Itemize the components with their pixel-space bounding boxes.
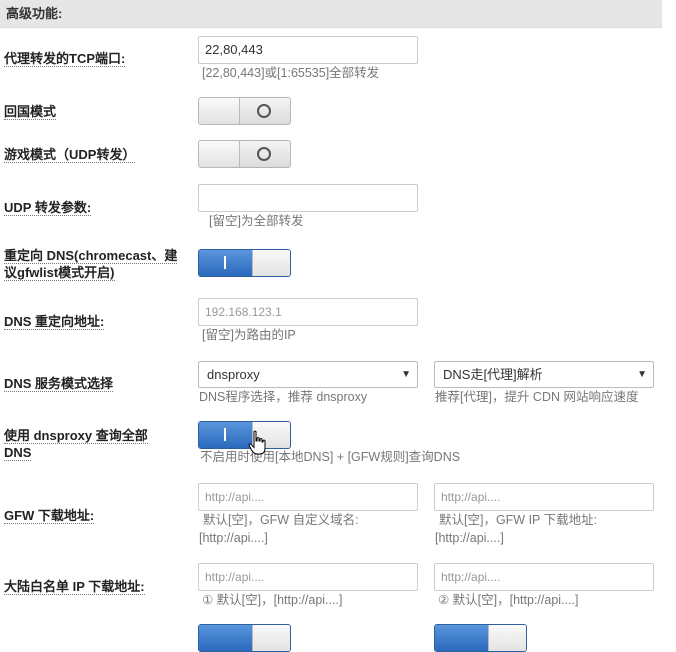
toggle-on-icon bbox=[224, 256, 226, 269]
toggle-knob bbox=[199, 98, 240, 124]
toggle-on-fill bbox=[199, 625, 252, 651]
gfw-domain-url-hint: 默认[空]，GFW 自定义域名: bbox=[203, 513, 359, 527]
gfw-domain-url-hint-line2: [http://api....] bbox=[199, 531, 268, 545]
dns-service-mode-label: DNS 服务模式选择 bbox=[4, 376, 114, 392]
dropdown-arrow-icon: ▼ bbox=[401, 369, 411, 380]
toggle-on-icon bbox=[224, 428, 226, 441]
cn-whitelist-url1-hint: ① 默认[空]，[http://api....] bbox=[202, 593, 343, 607]
tcp-ports-input[interactable]: 22,80,443 bbox=[198, 36, 418, 64]
china-mode-toggle[interactable] bbox=[198, 97, 291, 125]
dns-resolve-select[interactable]: DNS走[代理]解析 ▼ bbox=[434, 361, 654, 388]
game-mode-toggle[interactable] bbox=[198, 140, 291, 168]
cn-whitelist-url1-input[interactable]: http://api.... bbox=[198, 563, 418, 591]
toggle-knob bbox=[252, 250, 290, 276]
gfw-download-label: GFW 下载地址: bbox=[4, 508, 95, 524]
dns-redirect-label: 重定向 DNS(chromecast、建 议gfwlist模式开启) bbox=[4, 248, 178, 281]
dns-program-select[interactable]: dnsproxy ▼ bbox=[198, 361, 418, 388]
cn-whitelist-url2-input[interactable]: http://api.... bbox=[434, 563, 654, 591]
dns-redirect-addr-label: DNS 重定向地址: bbox=[4, 314, 105, 330]
gfw-domain-url-input[interactable]: http://api.... bbox=[198, 483, 418, 511]
toggle-on-fill bbox=[435, 625, 488, 651]
toggle-off-icon bbox=[257, 147, 271, 161]
cn-whitelist-label: 大陆白名单 IP 下载地址: bbox=[4, 579, 145, 595]
dns-program-hint: DNS程序选择，推荐 dnsproxy bbox=[199, 390, 368, 404]
cn-whitelist-url2-hint: ② 默认[空]，[http://api....] bbox=[438, 593, 579, 607]
next-row-toggle-1[interactable] bbox=[198, 624, 291, 652]
gfw-ip-url-input[interactable]: http://api.... bbox=[434, 483, 654, 511]
dns-resolve-select-value: DNS走[代理]解析 bbox=[443, 367, 543, 382]
udp-params-label: UDP 转发参数: bbox=[4, 200, 92, 216]
dropdown-arrow-icon: ▼ bbox=[637, 369, 647, 380]
hand-pointer-icon bbox=[248, 430, 266, 455]
gfw-ip-url-hint-line2: [http://api....] bbox=[435, 531, 504, 545]
dnsproxy-all-hint: 不启用时使用[本地DNS] + [GFW规则]查询DNS bbox=[200, 450, 461, 464]
dns-program-select-value: dnsproxy bbox=[207, 367, 260, 382]
dns-redirect-toggle[interactable] bbox=[198, 249, 291, 277]
china-mode-label: 回国模式 bbox=[4, 104, 57, 120]
toggle-off-icon bbox=[257, 104, 271, 118]
section-title: 高级功能: bbox=[6, 6, 63, 21]
dnsproxy-all-label: 使用 dnsproxy 查询全部 DNS bbox=[4, 428, 148, 461]
dns-redirect-addr-input[interactable]: 192.168.123.1 bbox=[198, 298, 418, 326]
game-mode-label: 游戏模式（UDP转发） bbox=[4, 147, 136, 163]
tcp-ports-label: 代理转发的TCP端口: bbox=[4, 51, 126, 67]
next-row-toggle-2[interactable] bbox=[434, 624, 527, 652]
toggle-knob bbox=[199, 141, 240, 167]
section-header: 高级功能: bbox=[0, 0, 662, 28]
dnsproxy-all-toggle[interactable] bbox=[198, 421, 291, 449]
gfw-ip-url-hint: 默认[空]，GFW IP 下载地址: bbox=[439, 513, 598, 527]
udp-params-hint: [留空]为全部转发 bbox=[209, 214, 304, 228]
dns-redirect-addr-hint: [留空]为路由的IP bbox=[202, 328, 296, 342]
dns-resolve-hint: 推荐[代理]，提升 CDN 网站响应速度 bbox=[435, 390, 639, 404]
udp-params-input[interactable] bbox=[198, 184, 418, 212]
toggle-knob bbox=[252, 625, 290, 651]
tcp-ports-hint: [22,80,443]或[1:65535]全部转发 bbox=[202, 66, 380, 80]
toggle-knob bbox=[488, 625, 526, 651]
